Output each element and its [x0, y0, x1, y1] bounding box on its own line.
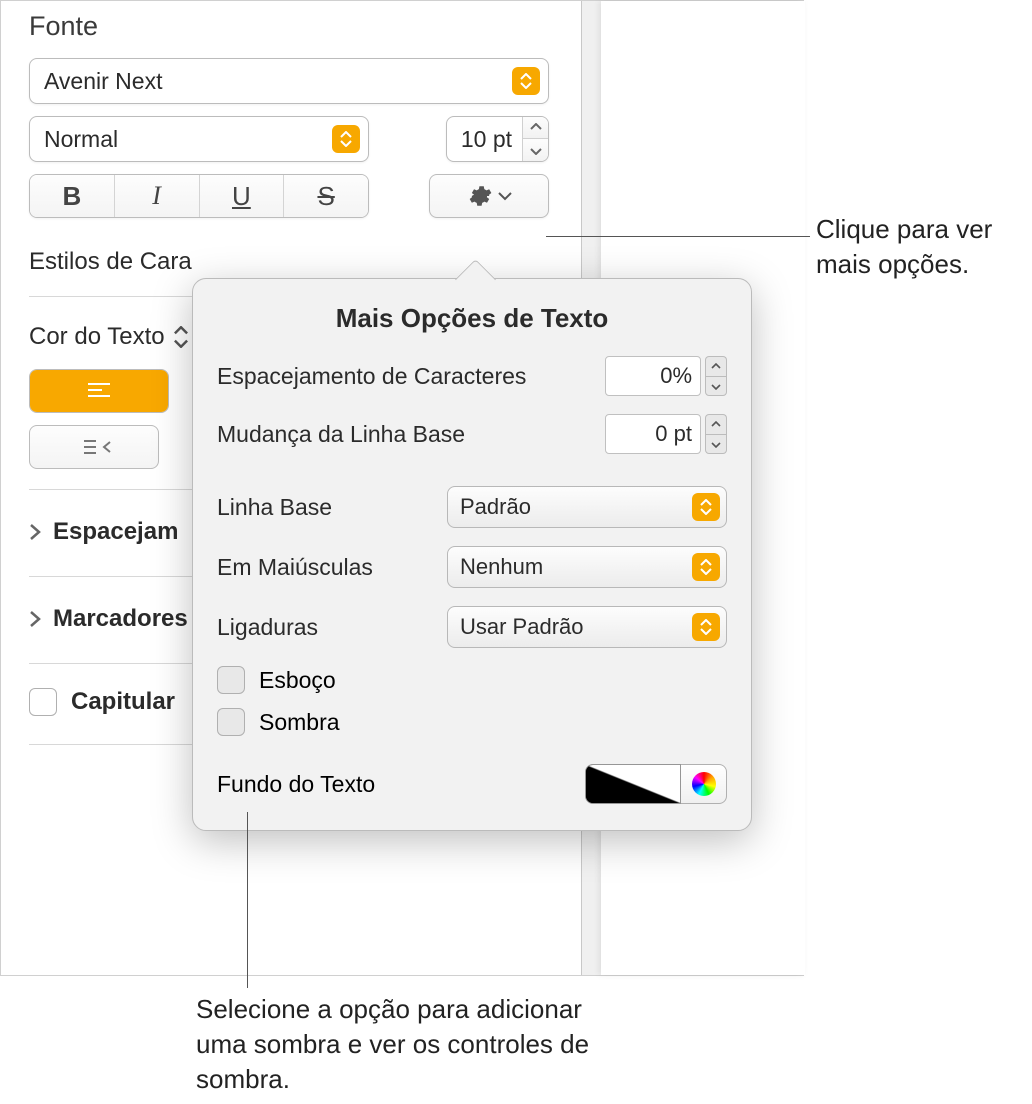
dropcap-checkbox[interactable] [29, 688, 57, 716]
baseline-shift-value: 0 pt [655, 421, 692, 447]
italic-button[interactable]: I [115, 175, 200, 217]
stepper-up-icon[interactable] [523, 116, 548, 139]
chevron-right-icon [29, 610, 41, 628]
caps-label: Em Maiúsculas [217, 554, 373, 581]
char-spacing-value: 0% [660, 363, 692, 389]
outline-checkbox[interactable] [217, 666, 245, 694]
stepper-up-icon[interactable] [705, 414, 727, 434]
shadow-checkbox[interactable] [217, 708, 245, 736]
text-background-row: Fundo do Texto [217, 764, 727, 804]
stepper-down-icon[interactable] [705, 434, 727, 454]
ligatures-value: Usar Padrão [460, 614, 584, 640]
font-size-value: 10 pt [447, 126, 522, 153]
callout-leader-line [247, 812, 248, 988]
callout-leader-line [546, 236, 810, 237]
text-align-left-button[interactable] [29, 369, 169, 413]
outline-label: Esboço [259, 667, 336, 694]
font-weight-value: Normal [44, 126, 118, 153]
dropcap-label: Capitular [71, 688, 175, 716]
text-style-segmented: B I U S [29, 174, 369, 218]
baseline-shift-field[interactable]: 0 pt [605, 414, 701, 454]
color-wheel-icon [692, 772, 716, 796]
font-family-popup[interactable]: Avenir Next [29, 58, 549, 104]
popup-arrows-icon [512, 67, 540, 95]
indent-popup-button[interactable] [29, 425, 159, 469]
baseline-row: Linha Base Padrão [217, 486, 727, 528]
stepper-down-icon[interactable] [705, 376, 727, 396]
bullets-label: Marcadores [53, 605, 188, 633]
chevron-left-icon [102, 441, 112, 453]
baseline-shift-label: Mudança da Linha Base [217, 421, 465, 448]
caps-popup[interactable]: Nenhum [447, 546, 727, 588]
popup-arrows-icon [692, 553, 720, 581]
text-background-color-well[interactable] [585, 764, 681, 804]
stepper-up-icon[interactable] [705, 356, 727, 376]
popup-arrows-icon [173, 326, 189, 348]
font-family-value: Avenir Next [44, 68, 162, 95]
char-spacing-field[interactable]: 0% [605, 356, 701, 396]
char-spacing-stepper[interactable] [705, 356, 727, 396]
ligatures-row: Ligaduras Usar Padrão [217, 606, 727, 648]
outline-row[interactable]: Esboço [217, 666, 727, 694]
callout-gear-text: Clique para ver mais opções. [816, 212, 1026, 282]
caps-value: Nenhum [460, 554, 543, 580]
popup-arrows-icon [332, 125, 360, 153]
text-color-label: Cor do Texto [29, 323, 165, 351]
gear-icon [466, 183, 492, 209]
text-background-label: Fundo do Texto [217, 771, 375, 798]
char-spacing-row: Espacejamento de Caracteres 0% [217, 356, 727, 396]
bold-button[interactable]: B [30, 175, 115, 217]
shadow-label: Sombra [259, 709, 340, 736]
more-text-options-button[interactable] [429, 174, 549, 218]
popup-arrows-icon [692, 613, 720, 641]
ligatures-popup[interactable]: Usar Padrão [447, 606, 727, 648]
strike-button[interactable]: S [284, 175, 368, 217]
popover-title: Mais Opções de Texto [217, 303, 727, 334]
shadow-row[interactable]: Sombra [217, 708, 727, 736]
baseline-popup[interactable]: Padrão [447, 486, 727, 528]
font-size-stepper[interactable] [522, 116, 548, 162]
stepper-down-icon[interactable] [523, 139, 548, 162]
list-indent-icon [76, 438, 98, 456]
char-spacing-label: Espacejamento de Caracteres [217, 363, 526, 390]
spacing-label: Espacejam [53, 518, 178, 546]
caps-row: Em Maiúsculas Nenhum [217, 546, 727, 588]
baseline-shift-stepper[interactable] [705, 414, 727, 454]
font-weight-popup[interactable]: Normal [29, 116, 369, 162]
chevron-down-icon [498, 191, 512, 201]
ligatures-label: Ligaduras [217, 614, 318, 641]
baseline-value: Padrão [460, 494, 531, 520]
callout-shadow-text: Selecione a opção para adicionar uma som… [196, 992, 636, 1097]
chevron-right-icon [29, 523, 41, 541]
font-section-title: Fonte [29, 11, 549, 42]
baseline-shift-row: Mudança da Linha Base 0 pt [217, 414, 727, 454]
color-picker-button[interactable] [681, 764, 727, 804]
align-left-icon [30, 370, 168, 412]
baseline-label: Linha Base [217, 494, 332, 521]
font-size-field[interactable]: 10 pt [446, 116, 549, 162]
popup-arrows-icon [692, 493, 720, 521]
more-text-options-popover: Mais Opções de Texto Espacejamento de Ca… [192, 278, 752, 831]
underline-button[interactable]: U [200, 175, 285, 217]
